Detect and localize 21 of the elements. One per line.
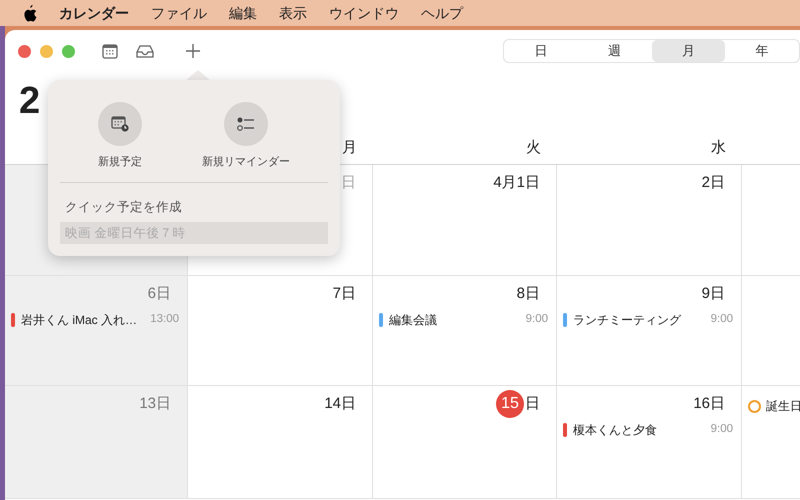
today-date: 15 [496, 390, 524, 418]
day-number: 9日 [702, 284, 726, 304]
day-number: 2日 [702, 172, 726, 193]
day-number: 6日 [148, 284, 172, 304]
day-number: 13日 [139, 394, 172, 414]
date-suffix: 日 [525, 394, 540, 414]
day-number: 7日 [332, 284, 357, 304]
weekday-header: 月 [342, 138, 357, 158]
weekday-header: 火 [526, 138, 541, 158]
section-label: クイック予定を作成 [65, 198, 182, 216]
day-number: 日 [341, 172, 357, 193]
day-number: 8日 [516, 284, 541, 304]
day-number: 16日 [693, 394, 726, 414]
event-time: 9:00 [710, 422, 734, 438]
event-time: 13:00 [150, 312, 180, 328]
day-number: 4月1日 [493, 172, 541, 193]
weekday-header: 水 [711, 138, 726, 158]
month-title: 2 [19, 79, 40, 124]
event-time: 9:00 [710, 312, 734, 328]
event-time: 9:00 [526, 312, 549, 328]
day-number: 14日 [324, 394, 357, 414]
